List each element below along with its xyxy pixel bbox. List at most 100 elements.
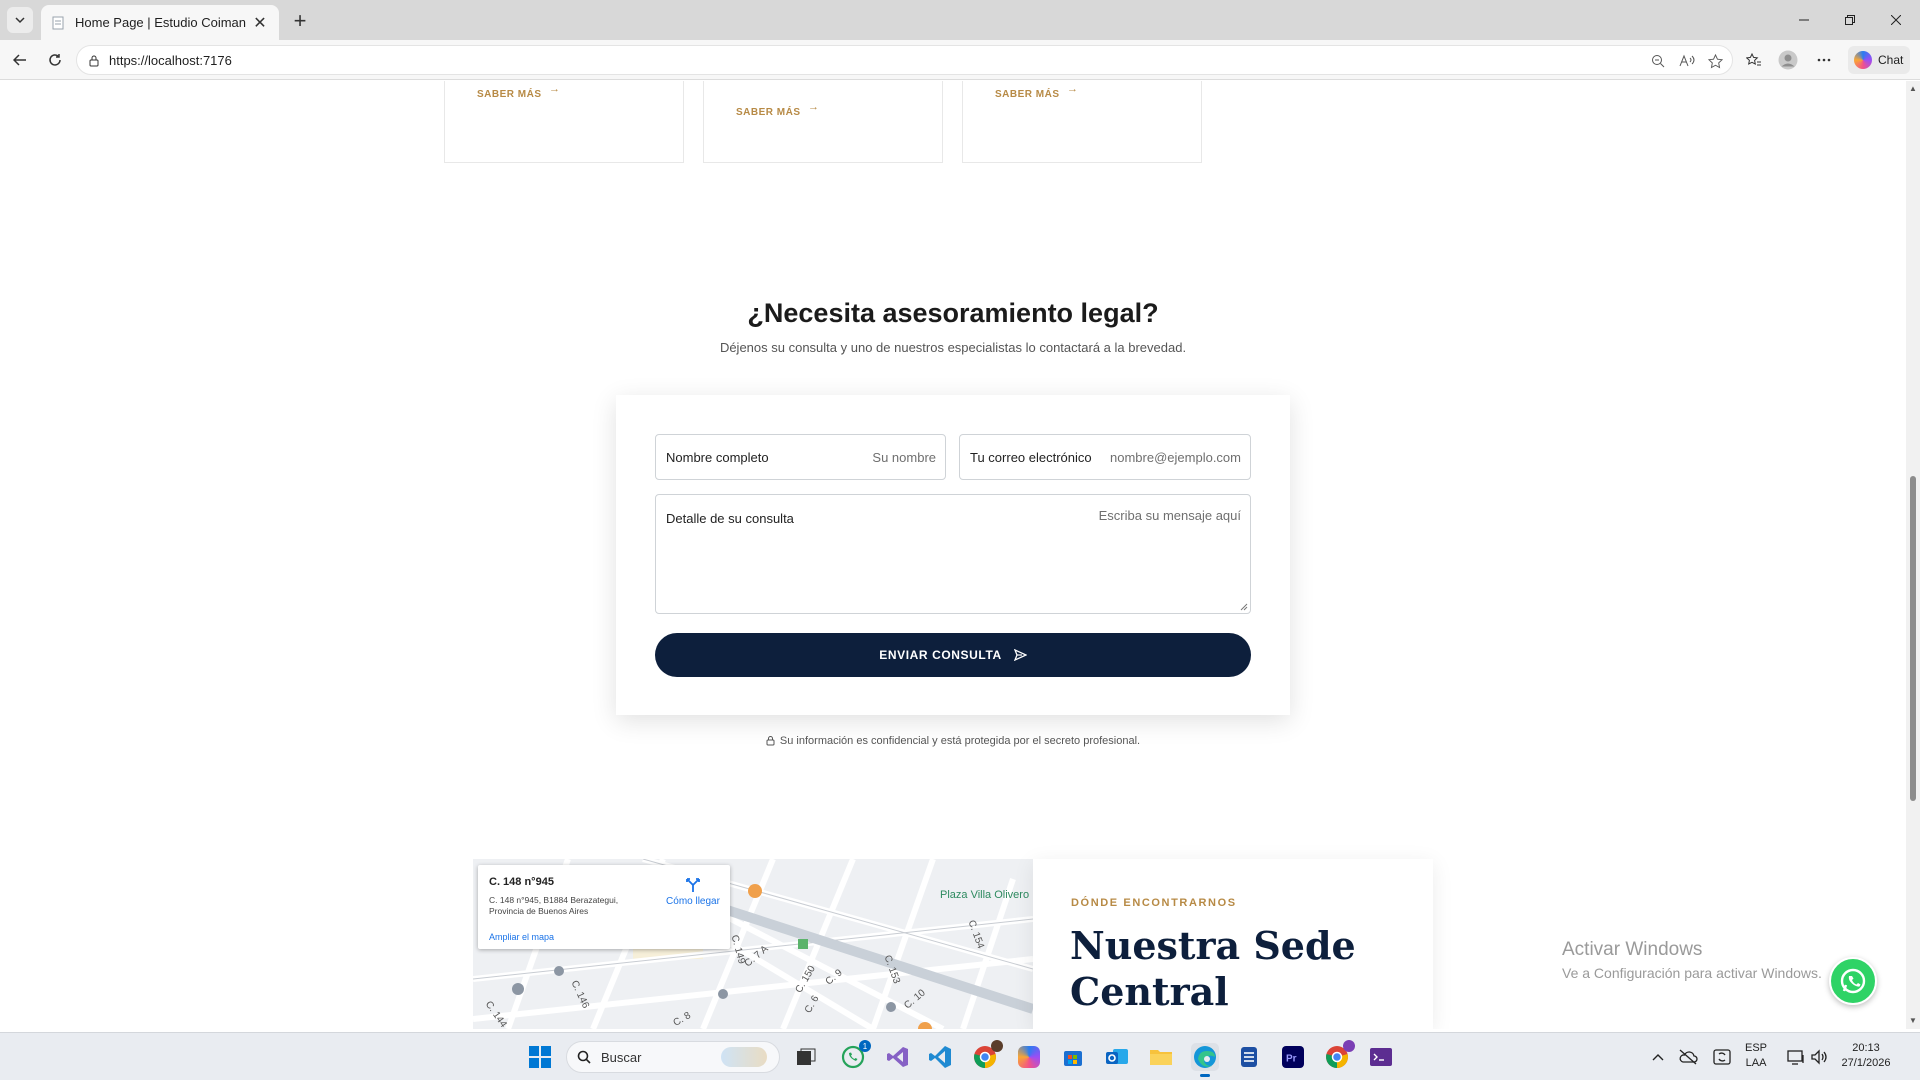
contact-subtitle: Déjenos su consulta y uno de nuestros es… — [719, 340, 1187, 355]
taskbar-terminal[interactable] — [1367, 1043, 1395, 1071]
clock[interactable]: 20:13 27/1/2026 — [1840, 1041, 1892, 1071]
copilot-icon — [1018, 1046, 1040, 1068]
taskbar-whatsapp[interactable]: 1 — [839, 1040, 871, 1071]
clock-time: 20:13 — [1852, 1042, 1880, 1054]
location-card: DÓNDE ENCONTRARNOS Nuestra Sede Central — [1033, 859, 1433, 1029]
tray-overflow-button[interactable] — [1644, 1043, 1672, 1071]
read-aloud-icon[interactable] — [1676, 50, 1698, 72]
taskbar-store[interactable] — [1059, 1043, 1087, 1071]
map-place-card: C. 148 n°945 C. 148 n°945, B1884 Berazat… — [478, 865, 730, 949]
saber-mas-label: SABER MÁS — [736, 107, 801, 118]
watermark-line-2: Ve a Configuración para activar Windows. — [1562, 965, 1822, 981]
task-view-icon — [797, 1048, 816, 1065]
more-options-button[interactable] — [1811, 47, 1837, 73]
saber-mas-link[interactable]: SABER MÁS → — [477, 83, 560, 100]
url-text[interactable]: https://localhost:7176 — [109, 53, 232, 68]
restore-button[interactable] — [1828, 0, 1872, 40]
arrow-right-icon: → — [549, 83, 561, 95]
taskbar-visual-studio[interactable] — [884, 1043, 912, 1071]
directions-link[interactable]: Cómo llegar — [663, 877, 723, 907]
reload-icon — [49, 54, 61, 66]
tab-list-button[interactable] — [7, 7, 33, 33]
search-placeholder: Buscar — [601, 1049, 642, 1065]
favorite-star-icon[interactable] — [1704, 50, 1726, 72]
start-button[interactable] — [526, 1043, 554, 1071]
location-eyebrow: DÓNDE ENCONTRARNOS — [1071, 897, 1237, 909]
lock-icon[interactable] — [86, 52, 102, 68]
minimize-button[interactable] — [1782, 0, 1826, 40]
taskbar-copilot[interactable] — [1015, 1043, 1043, 1071]
taskbar-database-tool[interactable] — [1235, 1043, 1263, 1071]
taskbar-file-explorer[interactable] — [1147, 1043, 1175, 1071]
name-field[interactable]: Nombre completo Su nombre — [655, 434, 946, 480]
scroll-up-icon[interactable]: ▲ — [1908, 84, 1918, 94]
expand-map-link[interactable]: Ampliar el mapa — [489, 932, 554, 942]
privacy-note: Su información es confidencial y está pr… — [0, 735, 1906, 749]
close-tab-icon[interactable]: ✕ — [251, 14, 269, 32]
terminal-icon — [1370, 1048, 1392, 1066]
message-label: Detalle de su consulta — [666, 511, 794, 526]
browser-tab[interactable]: Home Page | Estudio Coiman ✕ — [41, 5, 279, 40]
taskbar-chrome-profile[interactable] — [1323, 1040, 1355, 1071]
tray-onedrive[interactable] — [1674, 1043, 1702, 1071]
address-bar[interactable]: https://localhost:7176 — [76, 45, 1733, 75]
taskbar-edge[interactable] — [1191, 1043, 1219, 1077]
tab-bar: Home Page | Estudio Coiman ✕ + — [0, 0, 1920, 40]
taskbar-vscode[interactable] — [926, 1043, 954, 1071]
cloud-offline-icon — [1679, 1049, 1698, 1065]
back-button[interactable] — [7, 47, 33, 73]
page-icon — [51, 15, 65, 31]
privacy-text: Su información es confidencial y está pr… — [779, 735, 1141, 747]
taskbar-outlook[interactable] — [1103, 1043, 1131, 1071]
clock-date: 27/1/2026 — [1841, 1057, 1891, 1069]
resize-handle-icon[interactable] — [1240, 603, 1248, 611]
language-indicator[interactable]: ESP LAA — [1745, 1041, 1767, 1071]
edge-icon — [1194, 1046, 1216, 1068]
minimize-icon — [1799, 19, 1809, 21]
service-card: SABER MÁS → — [703, 81, 943, 163]
vertical-scrollbar[interactable]: ▲ ▼ — [1906, 81, 1920, 1029]
copilot-chat-button[interactable]: Chat — [1848, 46, 1910, 74]
email-label: Tu correo electrónico — [970, 450, 1092, 465]
avatar-icon — [1778, 50, 1798, 70]
place-address: C. 148 n°945, B1884 Berazategui, Provinc… — [489, 895, 619, 916]
search-icon — [577, 1050, 591, 1064]
saber-mas-label: SABER MÁS — [995, 89, 1060, 100]
notification-badge: 1 — [859, 1040, 871, 1052]
saber-mas-link[interactable]: SABER MÁS → — [995, 83, 1078, 100]
task-view-button[interactable] — [792, 1043, 820, 1071]
new-tab-button[interactable]: + — [288, 8, 312, 33]
profile-button[interactable] — [1775, 47, 1801, 73]
tray-volume[interactable] — [1805, 1043, 1833, 1071]
tab-title: Home Page | Estudio Coiman — [75, 15, 247, 30]
scroll-down-icon[interactable]: ▼ — [1908, 1016, 1918, 1026]
favorites-button[interactable] — [1741, 47, 1767, 73]
windows-taskbar: Buscar 1 Pr ESP LAA 20:13 27/1/2026 — [0, 1032, 1920, 1080]
message-textarea[interactable]: Detalle de su consulta Escriba su mensaj… — [655, 494, 1251, 614]
profile-badge-icon — [991, 1040, 1003, 1052]
page-viewport: SABER MÁS → SABER MÁS → SABER MÁS → ¿Nec… — [0, 81, 1906, 1029]
watermark-line-1: Activar Windows — [1562, 939, 1703, 960]
poi-label[interactable]: Plaza Villa Olivero — [940, 889, 1029, 901]
search-highlight-icon — [721, 1047, 767, 1067]
arrow-right-icon: → — [1067, 83, 1079, 95]
reload-button[interactable] — [42, 47, 68, 73]
scrollbar-thumb[interactable] — [1910, 476, 1916, 801]
taskbar-chrome[interactable] — [971, 1040, 1003, 1071]
premiere-icon: Pr — [1282, 1046, 1304, 1068]
taskbar-search[interactable]: Buscar — [566, 1041, 780, 1073]
outlook-icon — [1106, 1049, 1128, 1064]
saber-mas-link[interactable]: SABER MÁS → — [736, 101, 819, 118]
zoom-icon[interactable] — [1647, 50, 1669, 72]
contact-form: Nombre completo Su nombre Tu correo elec… — [616, 395, 1290, 715]
email-field[interactable]: Tu correo electrónico nombre@ejemplo.com — [959, 434, 1251, 480]
arrow-right-icon: → — [808, 101, 820, 113]
close-window-button[interactable] — [1874, 0, 1918, 40]
saber-mas-label: SABER MÁS — [477, 89, 542, 100]
folder-icon — [1150, 1050, 1172, 1065]
tray-sync[interactable] — [1708, 1043, 1736, 1071]
sync-icon — [1713, 1049, 1731, 1065]
submit-button[interactable]: ENVIAR CONSULTA — [655, 633, 1251, 677]
taskbar-premiere[interactable]: Pr — [1279, 1043, 1307, 1071]
whatsapp-button[interactable] — [1829, 957, 1877, 1005]
